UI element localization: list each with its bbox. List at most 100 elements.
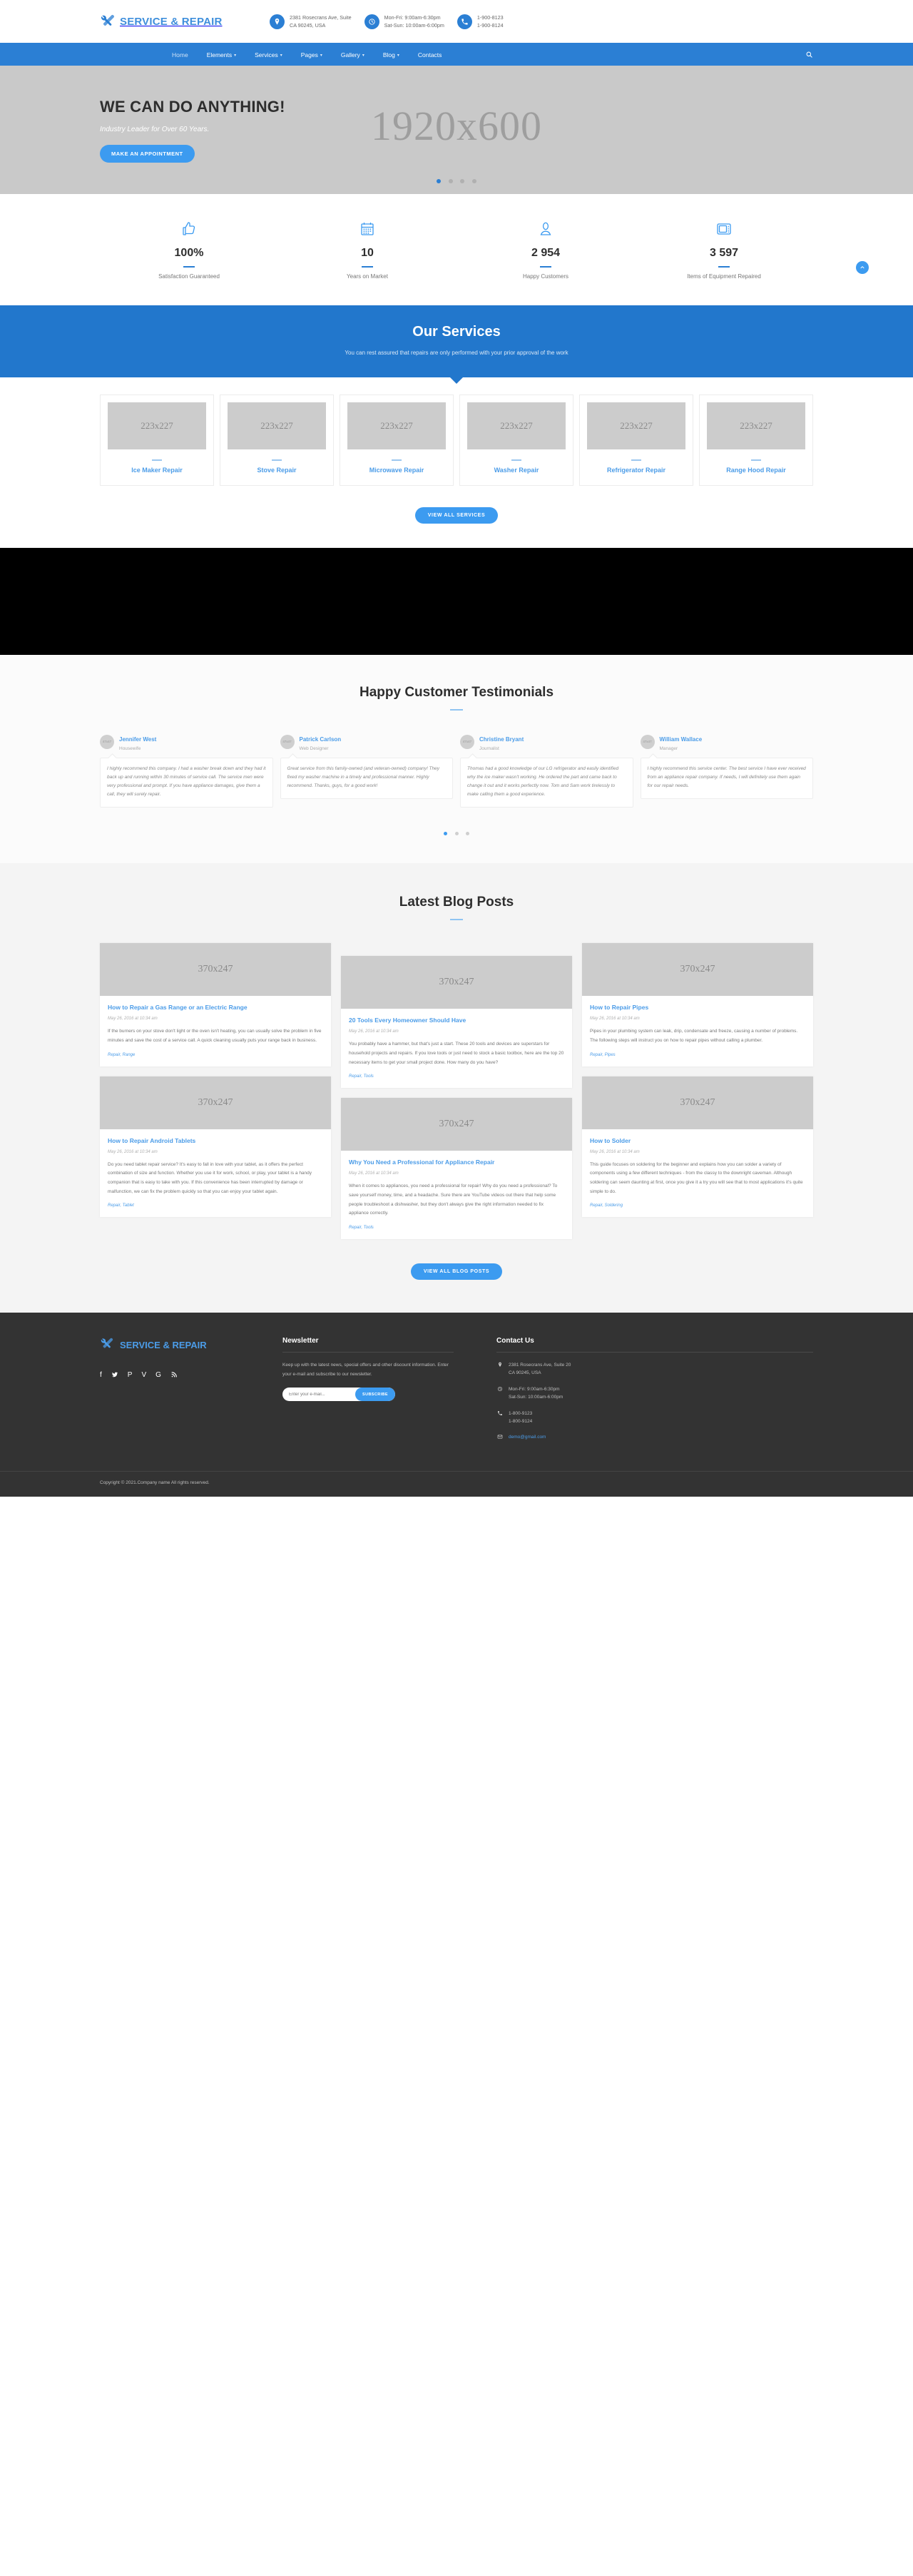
post-tags[interactable]: Repair, Soldering — [590, 1203, 805, 1208]
google-plus-icon[interactable]: G — [155, 1371, 161, 1380]
nav-label-home: Home — [172, 51, 188, 58]
service-name[interactable]: Range Hood Repair — [707, 466, 805, 476]
search-icon[interactable] — [805, 51, 813, 58]
main-navigation: Home Elements ▾ Services ▾ Pages ▾ Gallery ▾… — [0, 43, 913, 66]
service-card-stove[interactable]: 223x227 Stove Repair — [220, 394, 334, 486]
blog-post-card[interactable]: 370x247 20 Tools Every Homeowner Should … — [341, 956, 572, 1089]
header-phone-line2: 1-900-8124 — [476, 22, 504, 29]
subscribe-button[interactable]: SUBSCRIBE — [355, 1388, 395, 1402]
hero-slider-dots[interactable] — [0, 174, 913, 187]
avatar: 47x47 — [100, 734, 114, 749]
rss-icon[interactable] — [170, 1371, 178, 1380]
nav-item-blog[interactable]: Blog ▾ — [374, 48, 409, 61]
section-divider — [450, 919, 463, 921]
post-title[interactable]: How to Solder — [590, 1136, 805, 1146]
testimonial-author: Jennifer West — [119, 736, 157, 743]
chevron-down-icon: ▾ — [320, 53, 322, 58]
newsletter-form[interactable]: SUBSCRIBE — [282, 1388, 395, 1402]
service-card-ice-maker[interactable]: 223x227 Ice Maker Repair — [100, 394, 214, 486]
testimonial-dot-3[interactable] — [465, 832, 469, 836]
services-title: Our Services — [412, 324, 501, 340]
blog-post-card[interactable]: 370x247 How to Repair Pipes May 26, 2016… — [582, 943, 813, 1066]
scroll-to-top-button[interactable] — [856, 261, 869, 274]
view-all-services-button[interactable]: VIEW ALL SERVICES — [414, 507, 499, 524]
blog-post-card[interactable]: 370x247 How to Repair Android Tablets Ma… — [100, 1076, 331, 1218]
service-name[interactable]: Ice Maker Repair — [108, 466, 206, 476]
hero-dot-4[interactable] — [471, 179, 476, 183]
blog-post-card[interactable]: 370x247 How to Repair a Gas Range or an … — [100, 943, 331, 1066]
post-tags[interactable]: Repair, Range — [108, 1053, 323, 1057]
service-name[interactable]: Stove Repair — [228, 466, 326, 476]
service-card-washer[interactable]: 223x227 Washer Repair — [459, 394, 573, 486]
post-tags[interactable]: Repair, Tools — [349, 1074, 564, 1079]
pinterest-icon[interactable]: P — [128, 1371, 133, 1380]
post-tags[interactable]: Repair, Tablet — [108, 1203, 323, 1208]
blog-post-card[interactable]: 370x247 How to Solder May 26, 2016 at 10… — [582, 1076, 813, 1218]
nav-item-contacts[interactable]: Contacts — [409, 48, 452, 61]
counter-label: Happy Customers — [522, 273, 569, 280]
header-hours-line2: Sat-Sun: 10:00am-6:00pm — [384, 22, 444, 29]
hero-dot-1[interactable] — [437, 179, 442, 183]
facebook-icon[interactable]: f — [100, 1371, 102, 1380]
post-title[interactable]: How to Repair Pipes — [590, 1003, 805, 1012]
testimonials-slider-dots[interactable] — [100, 826, 813, 839]
social-links[interactable]: f P V G — [100, 1371, 264, 1380]
twitter-icon[interactable] — [111, 1371, 118, 1380]
footer-divider — [282, 1352, 454, 1353]
counter-label: Years on Market — [347, 273, 388, 280]
testimonial-author: Patrick Carlson — [299, 736, 342, 743]
service-name[interactable]: Microwave Repair — [347, 466, 446, 476]
testimonial-dot-2[interactable] — [454, 832, 459, 836]
counter-years: 10 Years on Market — [278, 218, 456, 280]
footer-logo[interactable]: SERVICE & REPAIR — [100, 1337, 264, 1353]
nav-item-home[interactable]: Home — [163, 48, 198, 61]
section-divider — [450, 709, 463, 711]
service-thumb: 223x227 — [587, 402, 685, 449]
hero-dot-3[interactable] — [460, 179, 465, 183]
testimonial-dot-1[interactable] — [444, 832, 448, 836]
footer-email-link[interactable]: demo@gmail.com — [509, 1433, 546, 1441]
service-divider — [511, 459, 521, 461]
service-name[interactable]: Refrigerator Repair — [587, 466, 685, 476]
counter-value: 100% — [174, 247, 204, 259]
post-title[interactable]: 20 Tools Every Homeowner Should Have — [349, 1016, 564, 1025]
vimeo-icon[interactable]: V — [141, 1371, 146, 1380]
nav-label-contacts: Contacts — [417, 51, 442, 58]
location-pin-icon — [270, 14, 285, 29]
counter-customers: 2 954 Happy Customers — [456, 218, 635, 280]
post-tags[interactable]: Repair, Pipes — [590, 1053, 805, 1057]
nav-item-pages[interactable]: Pages ▾ — [292, 48, 332, 61]
video-banner[interactable] — [0, 548, 913, 655]
post-date: May 26, 2016 at 10:34 am — [349, 1029, 399, 1034]
post-title[interactable]: How to Repair Android Tablets — [108, 1136, 323, 1146]
testimonial-text: I highly recommend this service center. … — [640, 758, 813, 800]
site-logo-text: SERVICE & REPAIR — [120, 15, 223, 28]
clock-icon — [364, 14, 379, 29]
make-appointment-button[interactable]: MAKE AN APPOINTMENT — [100, 144, 195, 163]
service-divider — [751, 459, 761, 461]
footer-contact-hours: Mon-Fri: 9:00am-6:30pm Sat-Sun: 10:00am-… — [496, 1385, 813, 1402]
hero-dot-2[interactable] — [448, 179, 453, 183]
blog-post-card[interactable]: 370x247 Why You Need a Professional for … — [341, 1098, 572, 1240]
footer-contact-phone: 1-800-9123 1-800-9124 — [496, 1410, 813, 1426]
nav-item-services[interactable]: Services ▾ — [245, 48, 292, 61]
service-card-refrigerator[interactable]: 223x227 Refrigerator Repair — [579, 394, 693, 486]
hero-slider: 1920x600 WE CAN DO ANYTHING! Industry Le… — [0, 66, 913, 194]
blog-column-2: 370x247 20 Tools Every Homeowner Should … — [341, 943, 572, 1240]
post-title[interactable]: How to Repair a Gas Range or an Electric… — [108, 1003, 323, 1012]
service-card-range-hood[interactable]: 223x227 Range Hood Repair — [699, 394, 813, 486]
nav-item-gallery[interactable]: Gallery ▾ — [332, 48, 374, 61]
wrench-screwdriver-icon — [100, 1337, 116, 1353]
post-date: May 26, 2016 at 10:34 am — [108, 1149, 158, 1154]
post-tags[interactable]: Repair, Tools — [349, 1226, 564, 1230]
service-card-microwave[interactable]: 223x227 Microwave Repair — [340, 394, 454, 486]
counter-equipment: 3 597 Items of Equipment Repaired — [635, 218, 813, 280]
post-thumb: 370x247 — [582, 1076, 813, 1129]
post-title[interactable]: Why You Need a Professional for Applianc… — [349, 1158, 564, 1167]
view-all-blog-posts-button[interactable]: VIEW ALL BLOG POSTS — [410, 1263, 503, 1281]
nav-item-elements[interactable]: Elements ▾ — [198, 48, 245, 61]
service-name[interactable]: Washer Repair — [467, 466, 566, 476]
footer-contact-email[interactable]: demo@gmail.com — [496, 1433, 813, 1441]
site-logo[interactable]: SERVICE & REPAIR — [100, 14, 264, 29]
newsletter-email-input[interactable] — [282, 1392, 355, 1397]
